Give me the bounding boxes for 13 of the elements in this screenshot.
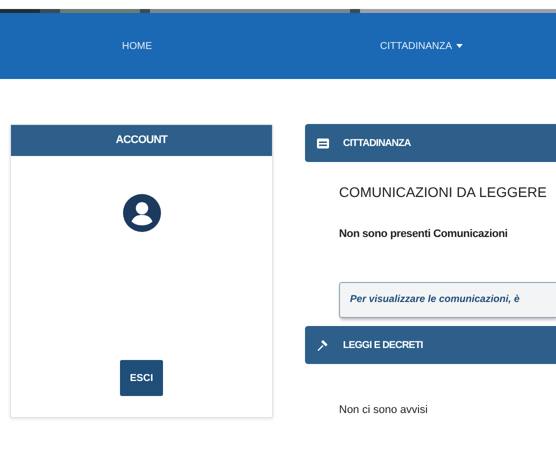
info-alert: Per visualizzare le comunicazioni, è — [339, 282, 556, 318]
section-title: LEGGI E DECRETI — [343, 340, 423, 350]
subsection-title: COMUNICAZIONI DA LEGGERE — [339, 184, 548, 200]
logout-button[interactable]: ESCI — [120, 360, 163, 396]
status-message: Non sono presenti Comunicazioni — [339, 228, 509, 240]
nav-link[interactable]: CITTADINANZA — [380, 40, 464, 52]
gavel-icon — [317, 340, 329, 350]
nav-link[interactable]: HOME — [122, 40, 152, 52]
status-message: Non ci sono avvisi — [339, 404, 429, 416]
caret-icon — [456, 44, 464, 48]
section-title: CITTADINANZA — [343, 138, 411, 148]
panel-header: ACCOUNT — [11, 125, 272, 156]
user-icon — [122, 194, 160, 232]
